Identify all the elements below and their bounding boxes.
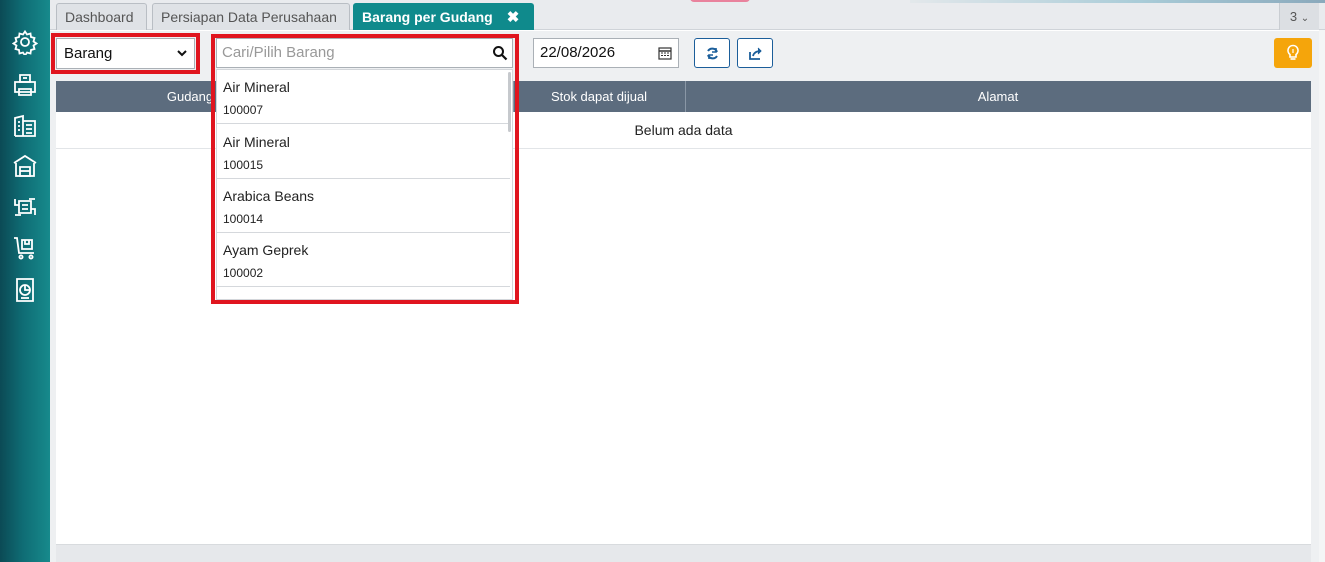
gear-icon[interactable] [12,29,38,55]
date-value: 22/08/2026 [540,44,616,61]
decorative-band [910,0,1325,3]
tab-count: 3 [1289,9,1298,24]
share-export-icon [749,47,762,60]
tab-dashboard[interactable]: Dashboard [56,3,147,30]
box-cycle-icon[interactable] [12,194,38,220]
column-header-alamat[interactable]: Alamat [685,81,1311,112]
refresh-icon [707,47,718,60]
lightbulb-icon [1287,44,1299,60]
report-chart-icon[interactable] [12,277,38,303]
tab-barang-per-gudang[interactable]: Barang per Gudang ✖ [353,3,534,30]
tab-label: Persiapan Data Perusahaan [161,9,337,25]
printer-icon[interactable] [12,72,38,98]
close-icon[interactable]: ✖ [507,9,520,26]
chevron-down-icon: ⌄ [1300,13,1310,24]
refresh-button[interactable] [694,38,730,68]
building-list-icon[interactable] [12,113,38,139]
cart-box-icon[interactable] [12,235,38,261]
calendar-icon[interactable] [658,46,672,60]
tab-label: Barang per Gudang [362,9,493,25]
highlight-frame [211,34,519,304]
tab-label: Dashboard [65,9,134,25]
empty-state-text: Belum ada data [634,122,733,138]
footer-strip [56,544,1311,562]
page-scrollbar[interactable] [1319,30,1325,562]
highlight-frame [51,33,200,74]
decorative-accent [690,0,750,2]
tab-persiapan-data-perusahaan[interactable]: Persiapan Data Perusahaan [152,3,350,30]
sidebar [0,0,50,562]
date-input[interactable]: 22/08/2026 [533,38,679,68]
export-button[interactable] [737,38,773,68]
column-header-stok[interactable]: Stok dapat dijual [513,81,685,112]
tips-button[interactable] [1274,38,1312,68]
tab-count-dropdown[interactable]: 3 ⌄ [1279,3,1319,30]
warehouse-icon[interactable] [12,153,38,179]
